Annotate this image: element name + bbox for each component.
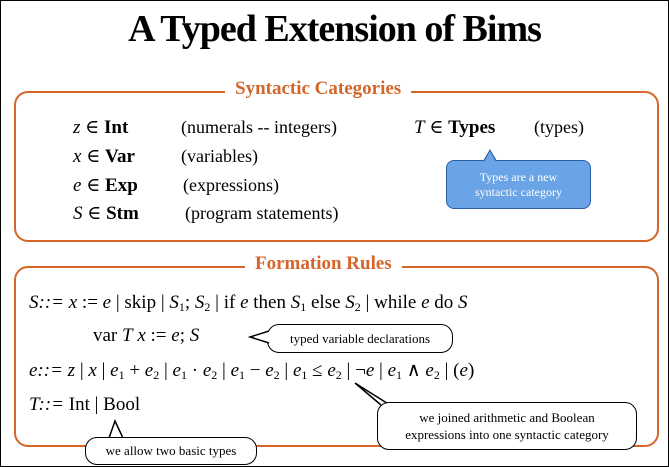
statement-grammar: S::= x := e | skip | S1; S2 | if e then …: [29, 292, 468, 314]
expression-grammar: e::= z | x | e1 + e2 | e1 · e2 | e1 − e2…: [29, 360, 475, 382]
category-row-exp: e ∈ Exp: [73, 175, 138, 196]
types-callout: Types are a new syntactic category: [446, 149, 591, 209]
category-row-types: T ∈ Types: [414, 117, 496, 138]
category-row-int: z ∈ Int: [73, 117, 129, 138]
category-row-var: x ∈ Var: [73, 146, 135, 167]
typed-decl-callout-tail: [248, 330, 270, 344]
category-desc-int: (numerals -- integers): [181, 117, 337, 137]
basic-types-callout: we allow two basic types: [85, 437, 257, 465]
category-desc-exp: (expressions): [183, 175, 279, 195]
basic-types-callout-tail: [108, 419, 124, 439]
joined-expressions-callout: we joined arithmetic and Boolean express…: [377, 402, 637, 450]
category-desc-types: (types): [534, 117, 584, 137]
typed-decl-callout: typed variable declarations: [267, 324, 453, 353]
statement-grammar-typed-decl: var T x := e; S: [93, 325, 200, 346]
formation-rules-heading: Formation Rules: [245, 253, 402, 275]
syntactic-categories-heading: Syntactic Categories: [225, 78, 412, 100]
type-grammar: T::= Int | Bool: [29, 394, 141, 415]
category-row-stm: S ∈ Stm: [73, 203, 139, 224]
category-desc-var: (variables): [181, 146, 258, 166]
slide-title: A Typed Extension of Bims: [128, 8, 542, 50]
slide: A Typed Extension of Bims Syntactic Cate…: [0, 0, 669, 467]
category-desc-stm: (program statements): [185, 203, 339, 223]
